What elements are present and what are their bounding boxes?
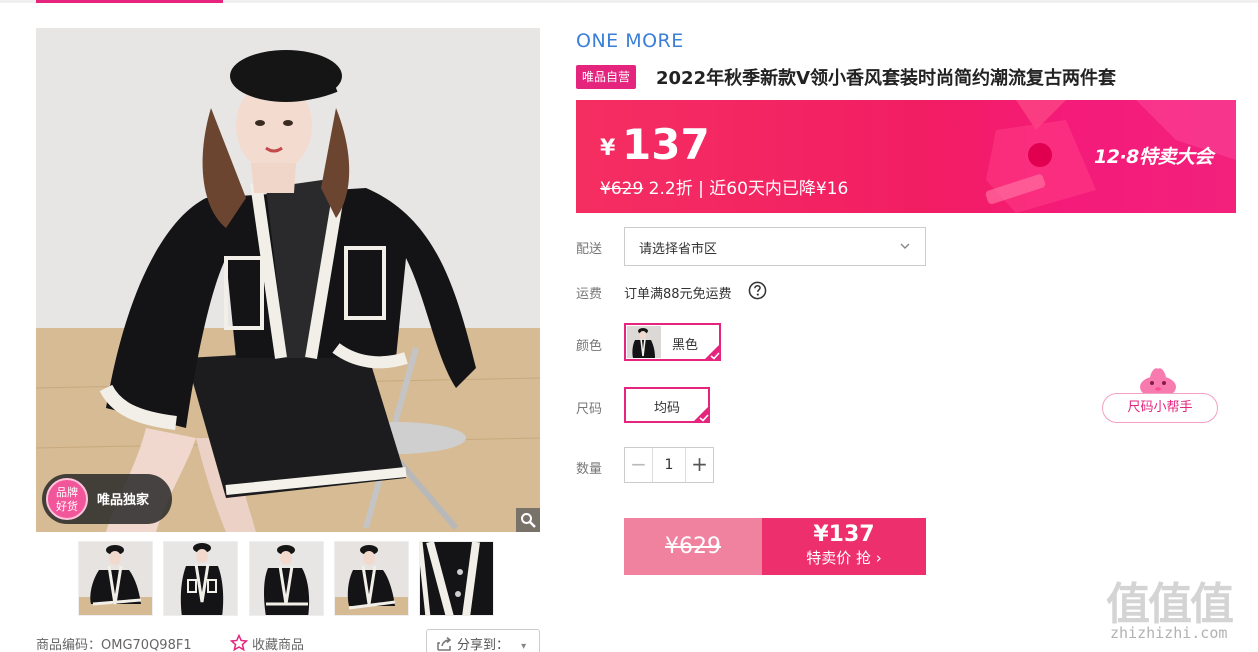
thumbnail-3[interactable] [249, 541, 324, 616]
buy-button-group: ¥629 ¥137 特卖价 抢 › [624, 518, 926, 575]
discount-rate: 2.2折 [648, 179, 693, 199]
magnifier-icon [521, 513, 536, 528]
color-option-black[interactable]: 黑色 [624, 323, 721, 361]
quantity-label: 数量 [576, 462, 603, 477]
buy-price: ¥137 [813, 522, 875, 547]
sku-code: 商品编码：OMG70Q98F1 [36, 638, 192, 652]
watermark-url: zhizhizhi.com [1110, 624, 1228, 642]
seal-line-1: 品牌 [56, 486, 78, 499]
exclusive-badge-label: 唯品独家 [97, 493, 150, 508]
delivery-region-select[interactable]: 请选择省市区 [624, 227, 926, 266]
original-price-button[interactable]: ¥629 [624, 518, 762, 575]
site-watermark: 值值值 zhizhizhi.com [1100, 568, 1258, 652]
thumbnail-image [164, 542, 237, 615]
shipping-label: 运费 [576, 287, 603, 302]
seal-line-2: 好货 [56, 500, 78, 513]
brand-name[interactable]: ONE MORE [576, 30, 684, 52]
selected-check-icon [692, 405, 710, 423]
thumbnail-4[interactable] [334, 541, 409, 616]
active-tab-indicator [36, 0, 223, 3]
price-currency: ¥ [600, 136, 616, 161]
thumbnail-1[interactable] [78, 541, 153, 616]
buy-cta-label: 特卖价 抢 › [806, 549, 882, 567]
price-banner: ¥ 137 ¥629 2.2折 | 近60天内已降¥16 12·8特卖大会 [576, 100, 1236, 213]
thumbnail-5[interactable] [419, 541, 494, 616]
quantity-decrease-button[interactable]: − [625, 448, 653, 482]
price-detail: ¥629 2.2折 | 近60天内已降¥16 [600, 174, 848, 199]
thumbnail-image [420, 542, 493, 615]
thumbnail-image [250, 542, 323, 615]
swatch-thumbnail [627, 326, 661, 358]
thumbnail-2[interactable] [163, 541, 238, 616]
brand-goods-seal: 品牌 好货 [46, 478, 88, 520]
delivery-label: 配送 [576, 242, 603, 257]
zoom-button[interactable] [516, 508, 540, 532]
star-icon [230, 634, 248, 652]
main-product-image[interactable]: 品牌 好货 唯品独家 [36, 28, 540, 532]
exclusive-badge: 品牌 好货 唯品独家 [42, 474, 172, 524]
shipping-info: 订单满88元免运费 [624, 287, 732, 302]
chevron-down-icon: ▾ [521, 641, 527, 652]
color-swatch-image [627, 326, 661, 358]
promo-event-label: 12·8特卖大会 [1094, 146, 1213, 168]
size-option-one-size[interactable]: 均码 [624, 387, 710, 423]
watermark-logo: 值值值 [1106, 579, 1234, 630]
price-separator: | [698, 179, 704, 199]
question-icon[interactable] [748, 281, 767, 300]
size-helper-button[interactable]: 尺码小帮手 [1102, 393, 1218, 423]
size-option-label: 均码 [654, 401, 681, 416]
thumbnail-image [79, 542, 152, 615]
color-label: 颜色 [576, 339, 603, 354]
size-label: 尺码 [576, 402, 603, 417]
quantity-stepper: − 1 + [624, 447, 714, 483]
color-option-label: 黑色 [672, 338, 699, 353]
quantity-increase-button[interactable]: + [685, 448, 713, 482]
product-photo [36, 28, 540, 532]
share-icon [437, 636, 452, 651]
favorite-button[interactable]: 收藏商品 [230, 634, 304, 652]
buy-original-price: ¥629 [665, 534, 721, 559]
buy-now-button[interactable]: ¥137 特卖价 抢 › [762, 518, 926, 575]
selected-check-icon [703, 343, 721, 361]
product-meta-row: 商品编码：OMG70Q98F1 收藏商品 分享到： ▾ [36, 629, 540, 652]
current-price: 137 [622, 120, 710, 169]
delivery-select-value: 请选择省市区 [639, 242, 718, 257]
product-title: 2022年秋季新款V领小香风套装时尚简约潮流复古两件套 [656, 68, 1117, 89]
share-label: 分享到： [457, 638, 510, 652]
favorite-label: 收藏商品 [252, 638, 305, 652]
share-button[interactable]: 分享到： ▾ [426, 629, 540, 652]
quantity-input[interactable]: 1 [653, 448, 685, 482]
self-operated-badge: 唯品自营 [576, 65, 637, 89]
thumbnail-image [335, 542, 408, 615]
price-drop-note: 近60天内已降¥16 [709, 179, 849, 199]
chevron-down-icon [900, 243, 910, 249]
original-price: ¥629 [600, 179, 644, 199]
